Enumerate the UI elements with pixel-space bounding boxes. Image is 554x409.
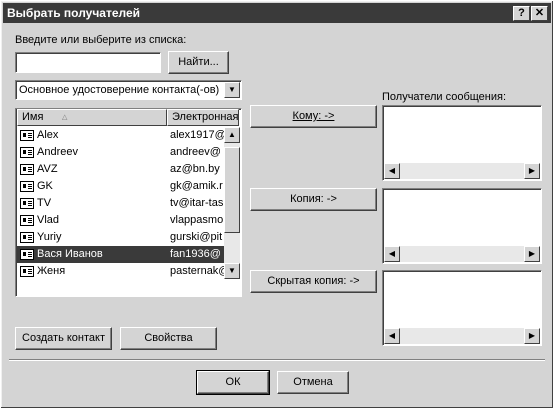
contact-email: andreev@ xyxy=(170,146,221,158)
scroll-left-icon[interactable]: ◀ xyxy=(384,246,400,262)
scroll-right-icon[interactable]: ▶ xyxy=(524,163,540,179)
cancel-button[interactable]: Отмена xyxy=(277,371,349,394)
select-recipients-dialog: Выбрать получателей ? ✕ Введите или выбе… xyxy=(0,0,554,409)
new-contact-button[interactable]: Создать контакт xyxy=(15,327,112,350)
contact-row[interactable]: AVZ az@bn.by xyxy=(17,161,224,178)
help-button[interactable]: ? xyxy=(513,6,530,21)
cc-recipients-box[interactable]: ◀ ▶ xyxy=(382,188,542,264)
contact-email: gk@amik.r xyxy=(170,180,223,192)
contact-row[interactable]: Vlad vlappasmo xyxy=(17,212,224,229)
close-button[interactable]: ✕ xyxy=(531,6,548,21)
contact-email: pasternak@ xyxy=(170,265,224,277)
contact-name: Vlad xyxy=(37,214,60,226)
vertical-scrollbar[interactable]: ▲ ▼ xyxy=(224,127,240,279)
column-header-email[interactable]: Электронная почта xyxy=(167,109,239,126)
search-label: Введите или выберите из списка: xyxy=(15,34,187,46)
find-button[interactable]: Найти... xyxy=(168,51,229,74)
bcc-button[interactable]: Скрытая копия: -> xyxy=(250,270,377,293)
contacts-list[interactable]: Имя △ Электронная почта Alex alex1917@ And… xyxy=(15,108,242,297)
contact-name: TV xyxy=(37,197,52,209)
title-bar[interactable]: Выбрать получателей ? ✕ xyxy=(3,3,551,23)
contact-row[interactable]: Женя pasternak@ xyxy=(17,263,224,279)
contact-card-icon xyxy=(20,198,34,209)
to-button[interactable]: Кому: -> xyxy=(250,105,377,128)
contact-card-icon xyxy=(20,181,34,192)
contact-row[interactable]: Alex alex1917@ xyxy=(17,127,224,144)
scroll-down-icon[interactable]: ▼ xyxy=(224,263,240,279)
contact-row[interactable]: Yuriy gurski@pit xyxy=(17,229,224,246)
address-book-select[interactable]: Основное удостоверение контакта(-ов) ▼ xyxy=(15,80,242,100)
scroll-left-icon[interactable]: ◀ xyxy=(384,163,400,179)
properties-button[interactable]: Свойства xyxy=(120,327,217,350)
contact-name: Женя xyxy=(37,265,66,277)
to-hscrollbar[interactable]: ◀ ▶ xyxy=(384,163,540,179)
contact-email: fan1936@ xyxy=(170,248,221,260)
contact-email: tv@itar-tas xyxy=(170,197,224,209)
contact-row[interactable]: Вася Иванов fan1936@ xyxy=(17,246,224,263)
contact-card-icon xyxy=(20,147,34,158)
bcc-hscrollbar[interactable]: ◀ ▶ xyxy=(384,328,540,344)
contact-email: vlappasmo xyxy=(170,214,224,226)
contact-email: az@bn.by xyxy=(170,163,220,175)
contact-row[interactable]: GK gk@amik.r xyxy=(17,178,224,195)
contact-card-icon xyxy=(20,266,34,277)
to-button-label: Кому: -> xyxy=(292,110,335,122)
to-recipients-box[interactable]: ◀ ▶ xyxy=(382,105,542,181)
contact-name: Вася Иванов xyxy=(37,248,103,260)
cc-button[interactable]: Копия: -> xyxy=(250,188,377,211)
chevron-down-icon[interactable]: ▼ xyxy=(224,82,240,98)
contact-name: Yuriy xyxy=(37,231,62,243)
contact-card-icon xyxy=(20,130,34,141)
contact-row[interactable]: Andreev andreev@ xyxy=(17,144,224,161)
contact-card-icon xyxy=(20,232,34,243)
search-input[interactable] xyxy=(15,52,161,73)
column-header-name[interactable]: Имя △ xyxy=(17,109,167,126)
scroll-right-icon[interactable]: ▶ xyxy=(524,246,540,262)
ok-button[interactable]: ОК xyxy=(196,370,270,395)
dialog-title: Выбрать получателей xyxy=(7,6,141,20)
recipients-label: Получатели сообщения: xyxy=(382,91,507,103)
address-book-selected-value: Основное удостоверение контакта(-ов) xyxy=(19,84,220,96)
scroll-left-icon[interactable]: ◀ xyxy=(384,328,400,344)
contact-card-icon xyxy=(20,164,34,175)
contact-name: AVZ xyxy=(37,163,58,175)
contact-card-icon xyxy=(20,249,34,260)
bcc-recipients-box[interactable]: ◀ ▶ xyxy=(382,270,542,346)
sort-asc-icon: △ xyxy=(62,114,68,121)
contact-card-icon xyxy=(20,215,34,226)
contact-email: gurski@pit xyxy=(170,231,223,243)
scroll-up-icon[interactable]: ▲ xyxy=(224,127,240,143)
scroll-right-icon[interactable]: ▶ xyxy=(524,328,540,344)
cc-hscrollbar[interactable]: ◀ ▶ xyxy=(384,246,540,262)
contact-email: alex1917@ xyxy=(170,129,224,141)
separator xyxy=(9,359,545,361)
contact-row[interactable]: TV tv@itar-tas xyxy=(17,195,224,212)
contact-name: GK xyxy=(37,180,53,192)
contact-name: Andreev xyxy=(37,146,78,158)
contact-name: Alex xyxy=(37,129,59,141)
contacts-rows: Alex alex1917@ Andreev andreev@ AVZ az@bn.by G… xyxy=(17,127,224,279)
scroll-thumb[interactable] xyxy=(224,147,240,233)
